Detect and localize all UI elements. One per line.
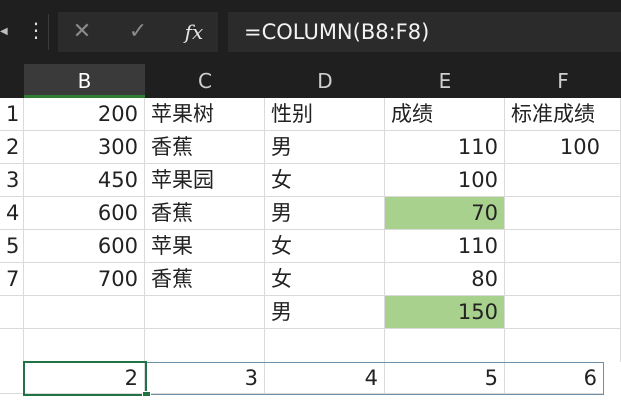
- left-arrow-icon[interactable]: ◀: [0, 26, 8, 38]
- row-label: 7: [0, 263, 24, 296]
- cell[interactable]: 女: [265, 230, 385, 263]
- column-header-f[interactable]: F: [505, 64, 621, 98]
- cell[interactable]: 300: [24, 131, 145, 164]
- cell[interactable]: 性别: [265, 98, 385, 131]
- cell[interactable]: 110: [385, 230, 505, 263]
- column-header-b[interactable]: B: [24, 64, 145, 98]
- row-label: [0, 329, 24, 362]
- cell[interactable]: [24, 329, 145, 362]
- cell[interactable]: 女: [265, 263, 385, 296]
- confirm-icon[interactable]: ✓: [124, 18, 152, 46]
- cell[interactable]: 香蕉: [145, 197, 265, 230]
- cell[interactable]: 450: [24, 164, 145, 197]
- cell[interactable]: [505, 164, 621, 197]
- blank-area: [0, 396, 621, 420]
- cell[interactable]: [145, 329, 265, 362]
- cell[interactable]: [505, 296, 621, 329]
- cell[interactable]: [24, 296, 145, 329]
- cell[interactable]: 香蕉: [145, 131, 265, 164]
- highlighted-cell[interactable]: 70: [385, 197, 505, 230]
- highlighted-cell[interactable]: 150: [385, 296, 505, 329]
- cell[interactable]: 香蕉: [145, 263, 265, 296]
- cell[interactable]: [505, 329, 621, 362]
- spreadsheet-grid: 1 200 苹果树 性别 成绩 标准成绩 2 300 香蕉 男 110 100 …: [0, 98, 621, 420]
- cell[interactable]: 苹果园: [145, 164, 265, 197]
- cell[interactable]: [265, 329, 385, 362]
- cell[interactable]: 标准成绩: [505, 98, 621, 131]
- cell[interactable]: 700: [24, 263, 145, 296]
- cell[interactable]: 男: [265, 131, 385, 164]
- cell[interactable]: 80: [385, 263, 505, 296]
- cell[interactable]: [505, 263, 621, 296]
- cell[interactable]: 男: [265, 296, 385, 329]
- row-label: [0, 362, 24, 394]
- row-label: 3: [0, 164, 24, 197]
- cell[interactable]: [385, 329, 505, 362]
- cell[interactable]: 200: [24, 98, 145, 131]
- row-label: [0, 296, 24, 329]
- formula-bar: ◀ ⋮ ✕ ✓ fx =COLUMN(B8:F8): [0, 0, 621, 64]
- row-label: 4: [0, 197, 24, 230]
- divider: [48, 14, 49, 50]
- insert-function-icon[interactable]: fx: [180, 18, 208, 46]
- cell[interactable]: 110: [385, 131, 505, 164]
- column-header-d[interactable]: D: [265, 64, 385, 98]
- column-header-e[interactable]: E: [385, 64, 505, 98]
- cell[interactable]: [505, 230, 621, 263]
- cell[interactable]: 成绩: [385, 98, 505, 131]
- cell[interactable]: 女: [265, 164, 385, 197]
- cancel-icon[interactable]: ✕: [68, 18, 96, 46]
- formula-input[interactable]: =COLUMN(B8:F8): [228, 12, 621, 52]
- cell[interactable]: 100: [505, 131, 621, 164]
- cell[interactable]: 苹果树: [145, 98, 265, 131]
- column-header-bar: B C D E F: [0, 64, 621, 98]
- active-cell[interactable]: [23, 361, 147, 396]
- cell[interactable]: 600: [24, 197, 145, 230]
- column-header-c[interactable]: C: [145, 64, 265, 98]
- row-label: 2: [0, 131, 24, 164]
- cell[interactable]: 苹果: [145, 230, 265, 263]
- cell[interactable]: 男: [265, 197, 385, 230]
- row-label: 1: [0, 98, 24, 131]
- formula-buttons: ✕ ✓ fx: [58, 12, 218, 52]
- row-label: 5: [0, 230, 24, 263]
- cell[interactable]: [505, 197, 621, 230]
- cell[interactable]: 100: [385, 164, 505, 197]
- more-options-icon[interactable]: ⋮: [26, 18, 46, 42]
- cell[interactable]: 600: [24, 230, 145, 263]
- cell[interactable]: [145, 296, 265, 329]
